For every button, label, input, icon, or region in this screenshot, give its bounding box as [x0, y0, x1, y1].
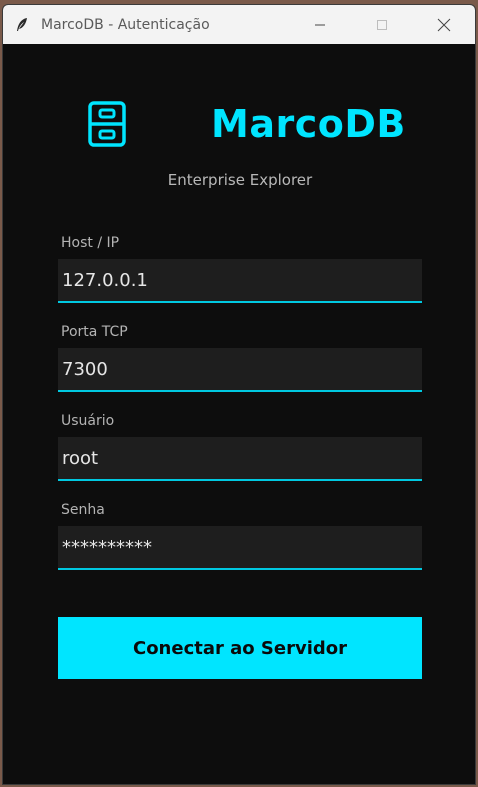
user-input[interactable]: root [58, 437, 422, 481]
login-panel: MarcoDB Enterprise Explorer Host / IP 12… [3, 45, 475, 784]
maximize-button[interactable] [351, 5, 413, 44]
maximize-icon [377, 19, 387, 30]
connect-button[interactable]: Conectar ao Servidor [58, 617, 422, 679]
password-label: Senha [61, 502, 105, 518]
title-bar[interactable]: MarcoDB - Autenticação [3, 5, 475, 44]
file-cabinet-icon [87, 100, 127, 152]
brand-title: MarcoDB [211, 102, 406, 146]
host-input[interactable]: 127.0.0.1 [58, 259, 422, 303]
close-button[interactable] [413, 5, 475, 44]
user-label: Usuário [61, 413, 115, 429]
close-icon [437, 18, 451, 31]
port-label: Porta TCP [61, 324, 128, 340]
password-input[interactable]: ********** [58, 526, 422, 570]
host-label: Host / IP [61, 235, 120, 251]
port-input[interactable]: 7300 [58, 348, 422, 392]
feather-icon [15, 17, 31, 33]
window-title: MarcoDB - Autenticação [41, 16, 210, 33]
minimize-button[interactable] [289, 5, 351, 44]
brand-subtitle: Enterprise Explorer [167, 171, 313, 189]
login-window: MarcoDB - Autenticação MarcoDB Enterpris… [2, 4, 476, 785]
minimize-icon [315, 24, 325, 25]
